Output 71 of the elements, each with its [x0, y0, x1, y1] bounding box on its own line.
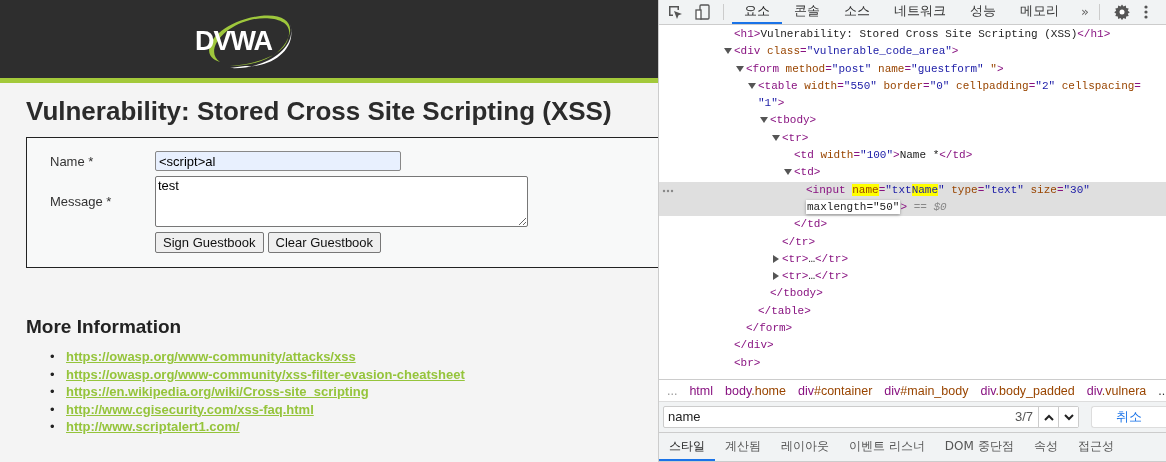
- expand-arrow-icon[interactable]: [784, 168, 792, 177]
- breadcrumb-item[interactable]: html: [689, 383, 714, 398]
- bullet: •: [50, 365, 56, 383]
- dom-node-line[interactable]: <tr>: [782, 131, 809, 144]
- panel-tab[interactable]: DOM 중단점: [934, 433, 1024, 461]
- panel-tab[interactable]: 접근성: [1067, 433, 1124, 461]
- inspect-icon[interactable]: [667, 4, 683, 20]
- expand-arrow-icon[interactable]: [748, 81, 756, 90]
- expand-arrow-icon[interactable]: [772, 254, 780, 263]
- devtools-tab[interactable]: 요소: [732, 0, 782, 24]
- section-heading: More Information: [26, 316, 183, 338]
- bullet: •: [50, 348, 56, 366]
- dom-node-line[interactable]: </tbody>: [770, 287, 823, 300]
- form-button[interactable]: Clear Guestbook: [267, 232, 382, 253]
- page-title: Vulnerability: Stored Cross Site Scripting (XSS): [26, 96, 613, 126]
- more-tabs-button[interactable]: »: [1071, 0, 1099, 24]
- panel-tab[interactable]: 계산됨: [715, 433, 771, 461]
- expand-arrow-icon[interactable]: [772, 133, 780, 142]
- dom-node-line[interactable]: </form>: [746, 322, 793, 335]
- search-field[interactable]: name 3/7: [663, 406, 1079, 428]
- panel-tab[interactable]: 레이아웃: [771, 433, 839, 461]
- dom-node-line[interactable]: <form method="post" name="guestform" ">: [746, 62, 1004, 75]
- breadcrumb-item[interactable]: body.home: [725, 383, 786, 398]
- form-button[interactable]: Sign Guestbook: [155, 232, 264, 253]
- dom-node-line[interactable]: <br>: [734, 356, 761, 369]
- bullet: •: [50, 383, 56, 401]
- bullet: •: [50, 418, 56, 436]
- dom-node-line[interactable]: <table width="550" border="0" cellpadding="2" cellspacing=: [758, 79, 1141, 92]
- menu-icon[interactable]: [1143, 4, 1148, 20]
- panel-tab[interactable]: 이벤트 리스너: [839, 433, 935, 461]
- chevron-up-icon: [1043, 413, 1054, 421]
- expand-arrow-icon[interactable]: [760, 116, 768, 125]
- dom-node-line[interactable]: </table>: [758, 304, 811, 317]
- device-icon[interactable]: [695, 4, 711, 20]
- message-field[interactable]: test: [155, 176, 528, 227]
- dom-node-line[interactable]: </tr>: [782, 235, 815, 248]
- breadcrumb-item[interactable]: div#container: [798, 383, 873, 398]
- dom-node-line[interactable]: </td>: [794, 218, 827, 231]
- devtools-tab[interactable]: 성능: [958, 0, 1008, 24]
- field-label: Message *: [50, 194, 112, 209]
- dom-node-line[interactable]: <tr>…</tr>: [782, 252, 849, 265]
- dom-node-line[interactable]: <td>: [794, 166, 821, 179]
- cancel-button[interactable]: 취소: [1091, 406, 1166, 428]
- field-label: Name *: [50, 153, 94, 169]
- devtools-tab[interactable]: 소스: [832, 0, 882, 24]
- dom-node-line[interactable]: <h1>Vulnerability: Stored Cross Site Scripting (XSS)</h1>: [734, 28, 1111, 40]
- panel-tab[interactable]: 스타일: [659, 433, 715, 461]
- dom-node-line[interactable]: <div class="vulnerable_code_area">: [734, 45, 959, 58]
- devtools-tab[interactable]: 콘솔: [782, 0, 832, 24]
- breadcrumb-item[interactable]: div.vulnera: [1086, 383, 1147, 398]
- breadcrumb-overflow[interactable]: ...: [1158, 383, 1166, 398]
- next-match-button[interactable]: [1058, 407, 1078, 427]
- breadcrumb-item[interactable]: div#main_body: [884, 383, 969, 398]
- expand-arrow-icon[interactable]: [724, 47, 732, 56]
- panel-tab[interactable]: 속성: [1023, 433, 1068, 461]
- dom-node-line[interactable]: <td width="100">Name *</td>: [794, 149, 973, 162]
- dots-icon: [662, 188, 674, 193]
- dom-node-line[interactable]: </div>: [734, 339, 774, 352]
- dom-node-line[interactable]: <tr>…</tr>: [782, 270, 849, 283]
- expand-arrow-icon[interactable]: [772, 272, 780, 281]
- bullet: •: [50, 400, 56, 418]
- devtools-tab[interactable]: 네트워크: [882, 0, 958, 24]
- settings-icon[interactable]: [1113, 4, 1130, 20]
- breadcrumb-item[interactable]: div.body_padded: [980, 383, 1075, 398]
- match-count: 3/7: [1014, 408, 1034, 426]
- devtools-tab[interactable]: 메모리: [1008, 0, 1071, 24]
- name-field[interactable]: <script>al: [155, 151, 401, 171]
- expand-arrow-icon[interactable]: [736, 64, 744, 73]
- dom-node-line[interactable]: <tbody>: [770, 114, 817, 127]
- dom-node-line[interactable]: "1">: [758, 97, 785, 110]
- chevron-down-icon: [1063, 413, 1074, 421]
